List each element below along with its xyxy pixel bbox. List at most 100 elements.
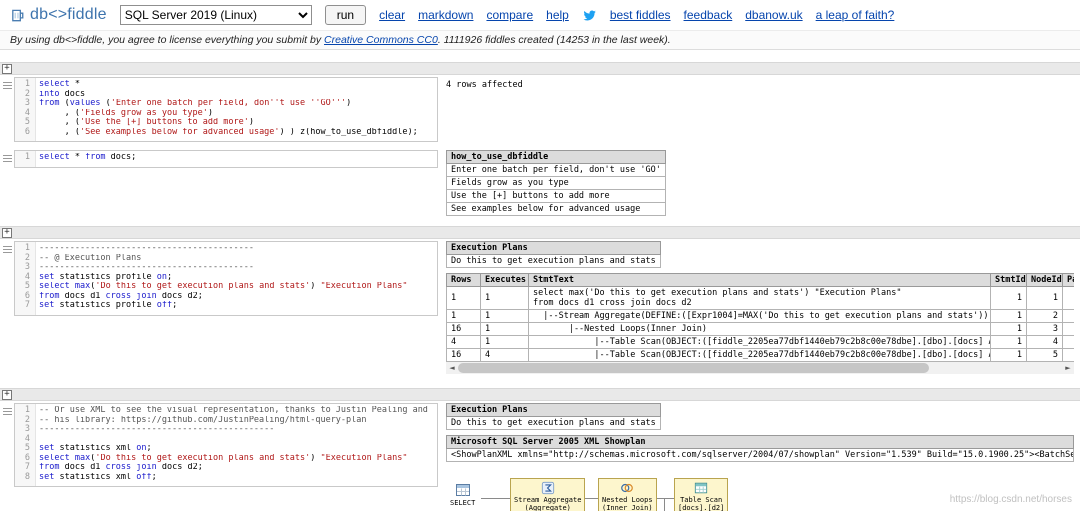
plan-node-select[interactable]: SELECT: [450, 482, 475, 507]
drag-handle[interactable]: [0, 77, 14, 89]
code-line: 5select max('Do this to get execution pl…: [15, 282, 437, 292]
sql-editor-1[interactable]: 1select *2into docs3from (values ('Enter…: [14, 77, 438, 142]
code-line: 2into docs: [15, 90, 437, 100]
plan-connector: [585, 498, 598, 499]
scroll-left-button[interactable]: ◄: [446, 362, 458, 374]
code-line: 5set statistics xml on;: [15, 444, 437, 454]
plan-node-nested-loops[interactable]: Nested Loops (Inner Join) Cost: 1%: [598, 478, 657, 511]
link-best-fiddles[interactable]: best fiddles: [610, 8, 671, 22]
table-cell: 5: [1027, 349, 1063, 362]
table-cell: Fields grow as you type: [447, 177, 666, 190]
header-row: RowsExecutesStmtTextStmtIdNodeIdParent: [447, 274, 1075, 287]
run-button[interactable]: run: [325, 5, 366, 25]
table-row: Fields grow as you type: [447, 177, 666, 190]
plan-node-label: Table Scan: [678, 496, 724, 504]
scrollbar-track[interactable]: [458, 362, 1062, 374]
link-help[interactable]: help: [546, 8, 569, 22]
column-header: how_to_use_dbfiddle: [447, 151, 666, 164]
add-batch-button[interactable]: +: [2, 390, 12, 400]
plan-node-sublabel: [docs].[d2]: [678, 504, 724, 511]
link-markdown[interactable]: markdown: [418, 8, 473, 22]
table-row: Do this to get execution plans and stats: [447, 417, 661, 430]
table-row: Do this to get execution plans and stats: [447, 255, 661, 268]
license-link[interactable]: Creative Commons CC0: [324, 34, 438, 46]
plan-node-label: SELECT: [450, 499, 475, 507]
code-text: -- his library: https://github.com/Justi…: [35, 416, 367, 426]
table-cell: 16: [447, 349, 481, 362]
results-3: Execution PlansDo this to get execution …: [438, 241, 1074, 374]
table-cell: |--Nested Loops(Inner Join): [529, 323, 991, 336]
showplan-profile-table: RowsExecutesStmtTextStmtIdNodeIdParent11…: [446, 273, 1074, 362]
code-text: ----------------------------------------…: [35, 263, 254, 273]
sql-editor-3[interactable]: 1---------------------------------------…: [14, 241, 438, 316]
header-row: how_to_use_dbfiddle: [447, 151, 666, 164]
table-cell: [1063, 349, 1075, 362]
code-text: set statistics profile on;: [35, 273, 172, 283]
scroll-right-button[interactable]: ►: [1062, 362, 1074, 374]
line-number: 7: [15, 301, 35, 311]
table-cell: 16: [447, 323, 481, 336]
code-text: -- Or use XML to see the visual represen…: [35, 406, 428, 416]
sql-editor-2[interactable]: 1select * from docs;: [14, 150, 438, 168]
grip-icon: [3, 246, 12, 253]
column-header: Rows: [447, 274, 481, 287]
code-line: 1select * from docs;: [15, 153, 437, 163]
link-compare[interactable]: compare: [486, 8, 533, 22]
database-select[interactable]: SQL Server 2019 (Linux): [120, 5, 312, 25]
plan-node-label: Stream Aggregate: [514, 496, 581, 504]
table-cell: [1063, 323, 1075, 336]
plan-connector: [481, 498, 510, 499]
column-header: NodeId: [1027, 274, 1063, 287]
batch-divider: +: [0, 62, 1080, 75]
link-feedback[interactable]: feedback: [684, 8, 733, 22]
plan-node-table-scan[interactable]: Table Scan [docs].[d2] Cost: 48%: [674, 478, 728, 511]
code-text: [35, 435, 39, 445]
table-cell: 4: [1027, 336, 1063, 349]
table-cell: 4: [481, 349, 529, 362]
dbfiddle-page: db<>fiddle SQL Server 2019 (Linux) run c…: [0, 0, 1080, 511]
table-row: 11 |--Stream Aggregate(DEFINE:([Expr1004…: [447, 310, 1075, 323]
batch-3: 1 ---------------------------------------…: [0, 241, 1080, 374]
table-cell: |--Table Scan(OBJECT:([fiddle_2205ea77db…: [529, 349, 991, 362]
code-text: , ('Use the [+] buttons to add more'): [35, 118, 254, 128]
column-header: StmtId: [991, 274, 1027, 287]
plan-node-sublabel: (Inner Join): [602, 504, 653, 511]
code-text: ----------------------------------------…: [35, 244, 254, 254]
grip-icon: [3, 82, 12, 89]
drag-handle[interactable]: [0, 241, 14, 253]
showplan-header: Microsoft SQL Server 2005 XML Showplan: [447, 436, 1074, 449]
plan-node-sublabel: (Aggregate): [514, 504, 581, 511]
table-cell: 1: [991, 336, 1027, 349]
line-number: 6: [15, 128, 35, 138]
horizontal-scrollbar[interactable]: ◄ ►: [446, 362, 1074, 374]
code-line: 4: [15, 435, 437, 445]
link-dbanow[interactable]: dbanow.uk: [745, 8, 802, 22]
batch-divider: +: [0, 388, 1080, 401]
code-line: 3---------------------------------------…: [15, 425, 437, 435]
add-batch-button[interactable]: +: [2, 228, 12, 238]
code-line: 5 , ('Use the [+] buttons to add more'): [15, 118, 437, 128]
plan-node-stream-aggregate[interactable]: Stream Aggregate (Aggregate) Cost: 0%: [510, 478, 585, 511]
stream-aggregate-icon: [541, 481, 555, 495]
code-text: select * from docs;: [35, 153, 136, 163]
code-text: into docs: [35, 90, 85, 100]
drag-handle[interactable]: [0, 150, 14, 162]
code-line: 1select *: [15, 80, 437, 90]
mug-icon: [10, 8, 25, 23]
table-cell: 1: [481, 336, 529, 349]
twitter-link[interactable]: [582, 9, 597, 22]
sql-editor-4[interactable]: 1-- Or use XML to see the visual represe…: [14, 403, 438, 487]
scrollbar-thumb[interactable]: [458, 363, 929, 373]
drag-handle[interactable]: [0, 403, 14, 415]
column-header: Execution Plans: [447, 242, 661, 255]
logo[interactable]: db<>fiddle: [10, 6, 107, 24]
add-batch-button[interactable]: +: [2, 64, 12, 74]
code-line: 3---------------------------------------…: [15, 263, 437, 273]
code-line: 7set statistics profile off;: [15, 301, 437, 311]
table-cell: Use the [+] buttons to add more: [447, 190, 666, 203]
link-clear[interactable]: clear: [379, 8, 405, 22]
code-text: select max('Do this to get execution pla…: [35, 454, 408, 464]
link-leap-of-faith[interactable]: a leap of faith?: [816, 8, 895, 22]
code-text: -- @ Execution Plans: [35, 254, 141, 264]
table-row: 11select max('Do this to get execution p…: [447, 287, 1075, 310]
